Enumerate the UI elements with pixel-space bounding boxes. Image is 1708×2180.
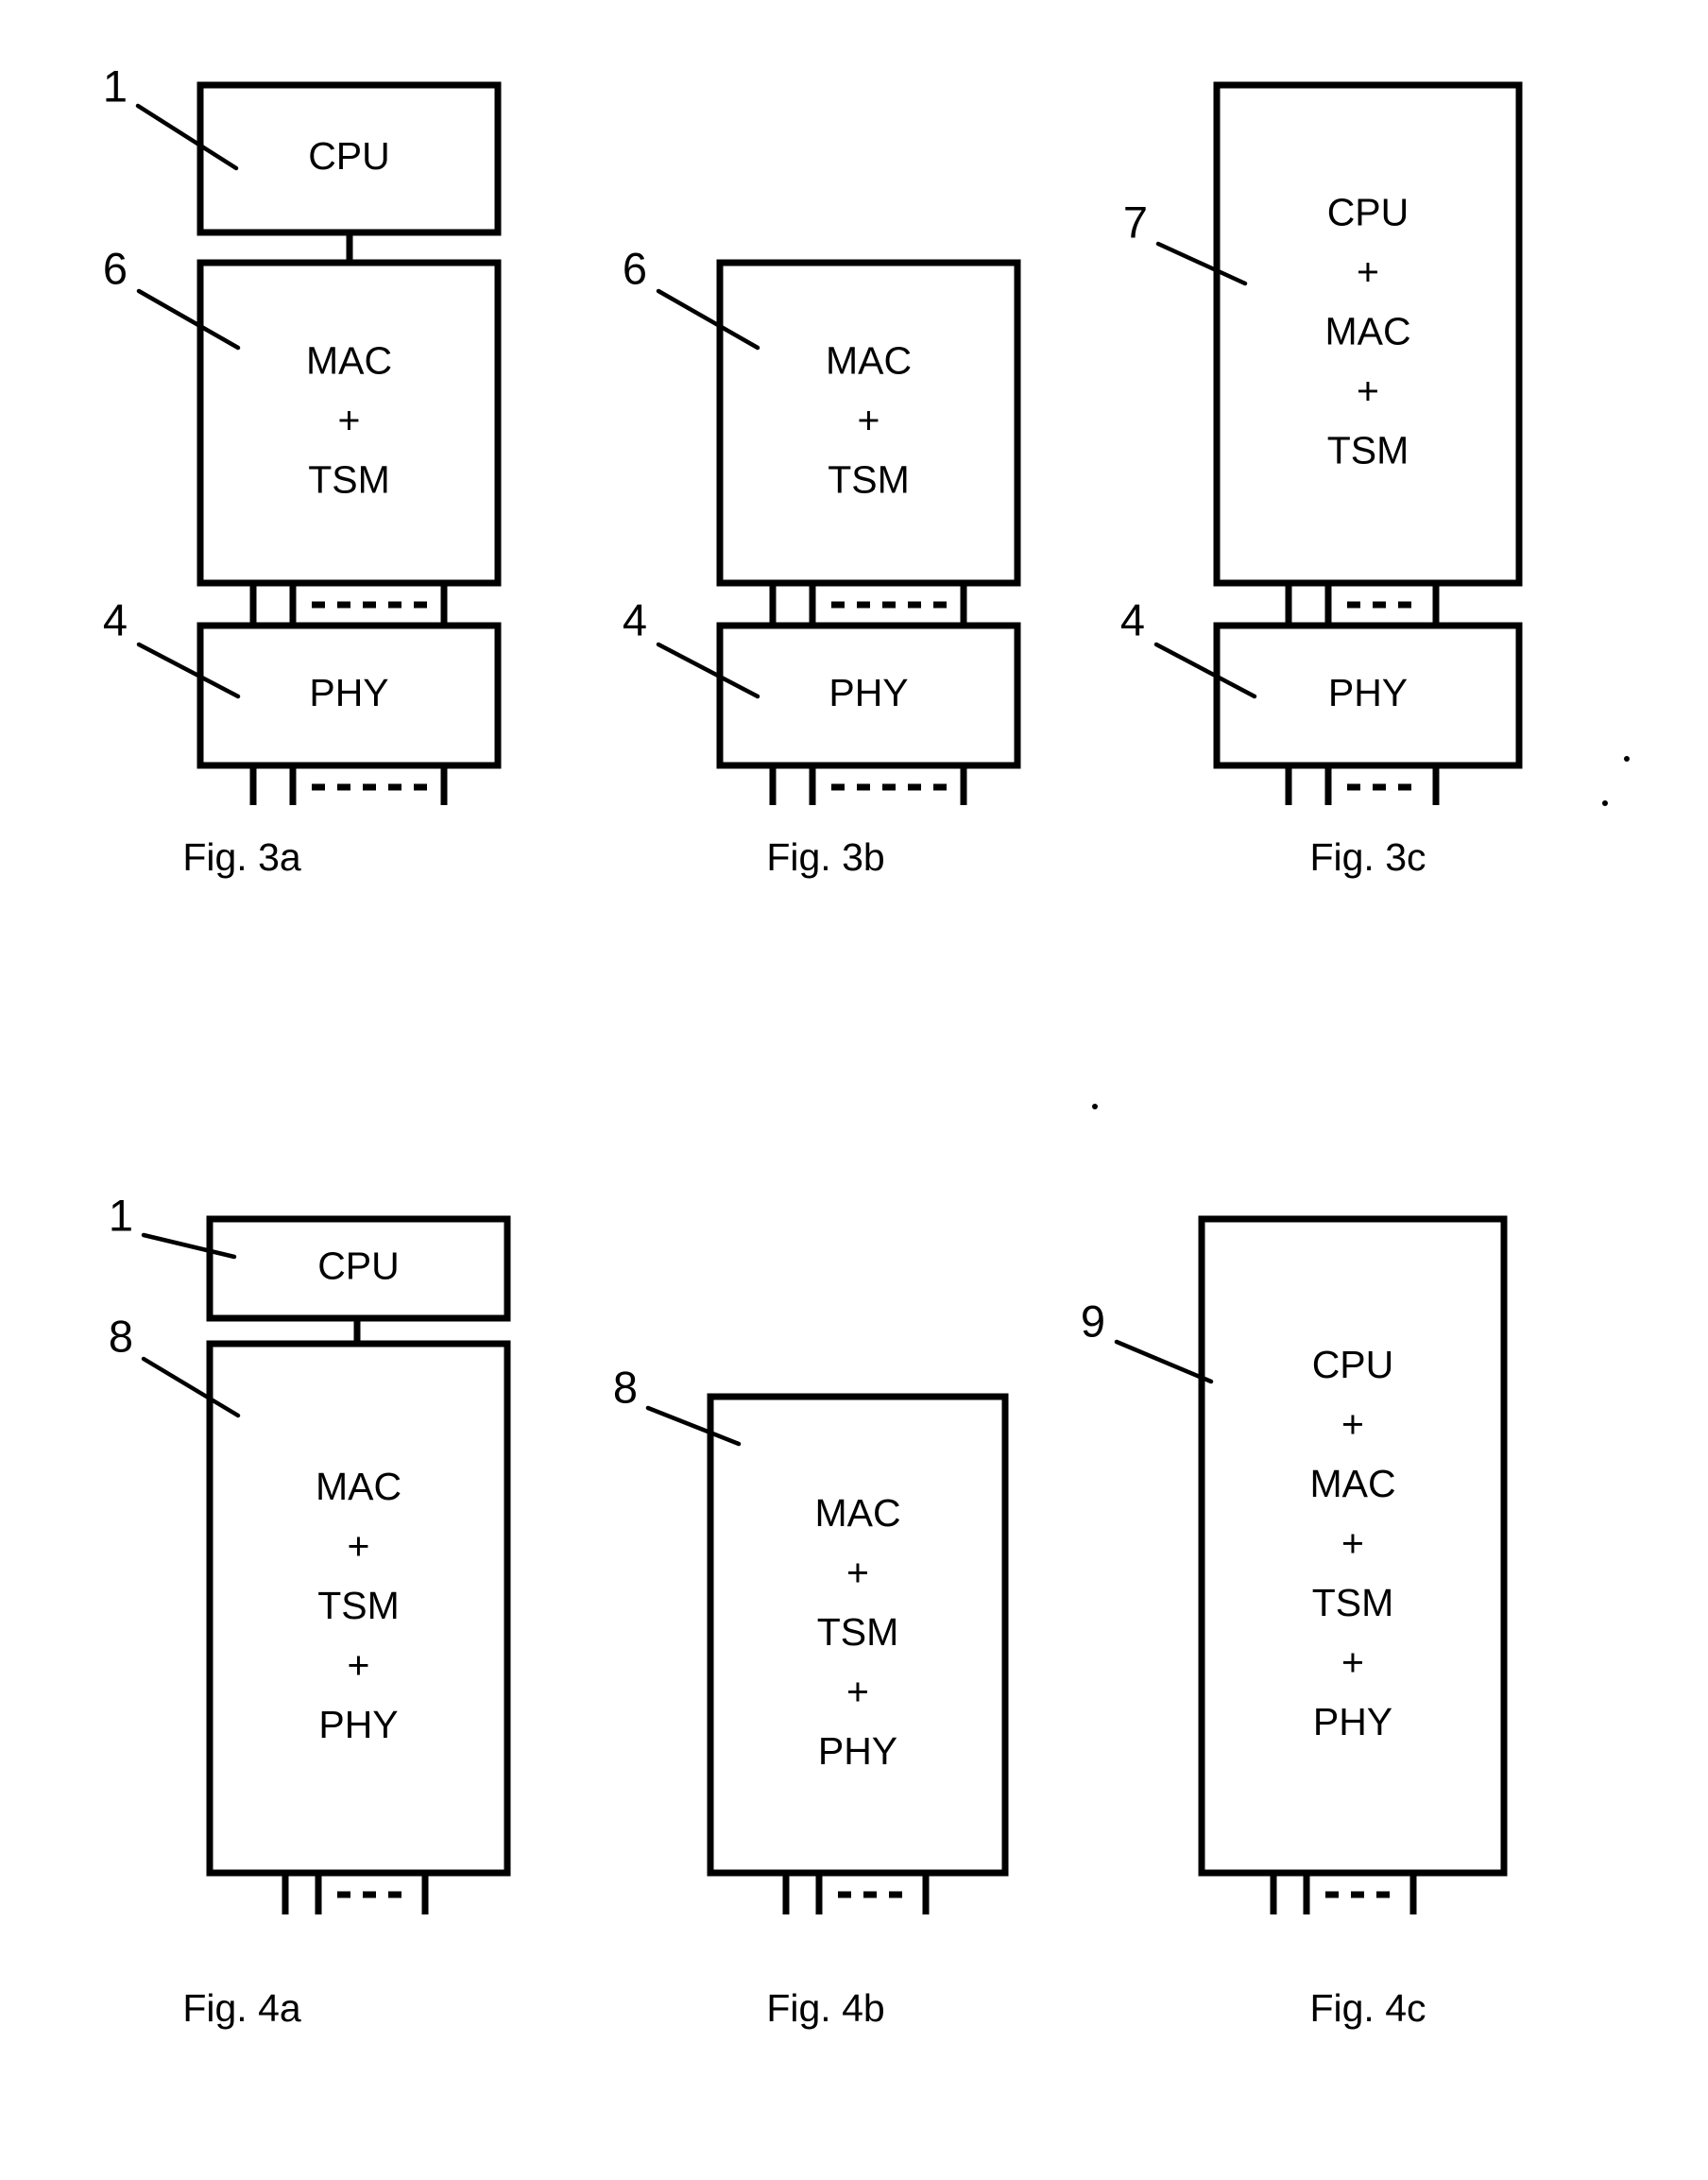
plus-sign: +	[348, 1524, 370, 1568]
patent-drawing-sheet: CPU 1 MAC + TSM 6 PHY 4 Fig. 3a MAC + TSM 6 PHY 4 Fig. …	[0, 0, 1708, 2180]
scan-speck-1	[1624, 756, 1630, 762]
cpu-box: CPU	[206, 1215, 511, 1322]
phy-output-pins	[769, 765, 967, 805]
plus-sign: +	[858, 398, 880, 441]
fig-3a: CPU 1 MAC + TSM 6 PHY 4	[103, 60, 502, 805]
reference-numeral-8: 8	[109, 1311, 133, 1361]
device-output-pins	[782, 1873, 930, 1914]
leader-line-9	[1114, 1339, 1214, 1384]
device-output-pins	[282, 1873, 429, 1914]
scan-speck-2	[1602, 800, 1608, 806]
plus-sign: +	[1357, 369, 1379, 412]
mac-to-phy-pins	[1285, 583, 1440, 626]
mac-tsm-box: MAC + TSM	[716, 259, 1021, 587]
reference-numeral-4: 4	[103, 594, 128, 644]
fig-4c-caption: Fig. 4c	[1309, 1986, 1426, 2030]
plus-sign: +	[846, 1670, 869, 1713]
reference-numeral-6: 6	[623, 243, 647, 293]
block-label-mac: MAC	[1309, 1462, 1395, 1505]
block-label-tsm: TSM	[1312, 1581, 1394, 1624]
block-label-mac: MAC	[814, 1491, 900, 1535]
block-label-mac: MAC	[306, 338, 392, 382]
block-label-phy: PHY	[309, 671, 388, 714]
mac-tsm-phy-box: MAC + TSM + PHY	[707, 1393, 1009, 1877]
block-label-cpu: CPU	[1327, 190, 1409, 233]
cpu-mac-tsm-box: CPU + MAC + TSM	[1213, 81, 1523, 587]
block-label-tsm: TSM	[828, 457, 910, 501]
plus-sign: +	[846, 1551, 869, 1594]
fig-4c: CPU + MAC + TSM + PHY 9	[1081, 1215, 1508, 1914]
plus-sign: +	[1357, 249, 1379, 293]
phy-box: PHY	[196, 622, 502, 769]
mac-tsm-box: MAC + TSM	[196, 259, 502, 587]
block-label-mac: MAC	[826, 338, 912, 382]
reference-numeral-4: 4	[623, 594, 647, 644]
fig-4a-caption: Fig. 4a	[182, 1986, 301, 2030]
reference-numeral-1: 1	[103, 60, 128, 111]
fig-3a-caption: Fig. 3a	[182, 835, 301, 879]
phy-box: PHY	[716, 622, 1021, 769]
scan-speck-3	[1092, 1104, 1098, 1109]
plus-sign: +	[1341, 1640, 1364, 1684]
block-label-cpu: CPU	[317, 1244, 400, 1287]
phy-box: PHY	[1213, 622, 1523, 769]
cpu-mac-tsm-phy-box: CPU + MAC + TSM + PHY	[1198, 1215, 1508, 1877]
block-label-cpu: CPU	[308, 134, 390, 178]
fig-3c: CPU + MAC + TSM 7 PHY 4	[1120, 81, 1523, 805]
block-label-phy: PHY	[318, 1703, 398, 1746]
block-label-tsm: TSM	[308, 457, 390, 501]
cpu-box: CPU	[196, 81, 502, 236]
block-label-mac: MAC	[1324, 309, 1410, 352]
fig-4b: MAC + TSM + PHY 8	[613, 1362, 1009, 1914]
plus-sign: +	[1341, 1521, 1364, 1565]
plus-sign: +	[338, 398, 361, 441]
block-label-cpu: CPU	[1312, 1343, 1394, 1386]
reference-numeral-9: 9	[1081, 1296, 1105, 1346]
block-label-tsm: TSM	[817, 1610, 899, 1654]
block-label-phy: PHY	[1328, 671, 1408, 714]
reference-numeral-7: 7	[1123, 197, 1148, 247]
phy-output-pins	[249, 765, 448, 805]
reference-numeral-1: 1	[109, 1190, 133, 1240]
block-label-tsm: TSM	[317, 1584, 400, 1627]
block-label-tsm: TSM	[1327, 428, 1409, 472]
reference-numeral-6: 6	[103, 243, 128, 293]
figure-layer: CPU 1 MAC + TSM 6 PHY 4 Fig. 3a MAC + TSM 6 PHY 4 Fig. …	[103, 60, 1630, 2030]
block-label-phy: PHY	[818, 1729, 897, 1773]
phy-output-pins	[1285, 765, 1440, 805]
reference-numeral-8: 8	[613, 1362, 638, 1412]
plus-sign: +	[1341, 1402, 1364, 1446]
fig-4b-caption: Fig. 4b	[766, 1986, 884, 2030]
fig-3c-caption: Fig. 3c	[1309, 835, 1426, 879]
mac-tsm-phy-box: MAC + TSM + PHY	[206, 1340, 511, 1877]
reference-numeral-4: 4	[1120, 594, 1145, 644]
fig-4a: CPU 1 MAC + TSM + PHY 8	[109, 1190, 511, 1914]
fig-3b-caption: Fig. 3b	[766, 835, 884, 879]
fig-3b: MAC + TSM 6 PHY 4	[623, 243, 1021, 805]
mac-to-phy-pins	[249, 583, 448, 626]
device-output-pins	[1270, 1873, 1417, 1914]
plus-sign: +	[348, 1643, 370, 1687]
cpu-mac-tsm-phy-box-reference: 9	[1081, 1296, 1214, 1384]
block-label-phy: PHY	[828, 671, 908, 714]
block-label-mac: MAC	[316, 1465, 401, 1508]
mac-to-phy-pins	[769, 583, 967, 626]
block-label-phy: PHY	[1313, 1700, 1392, 1743]
